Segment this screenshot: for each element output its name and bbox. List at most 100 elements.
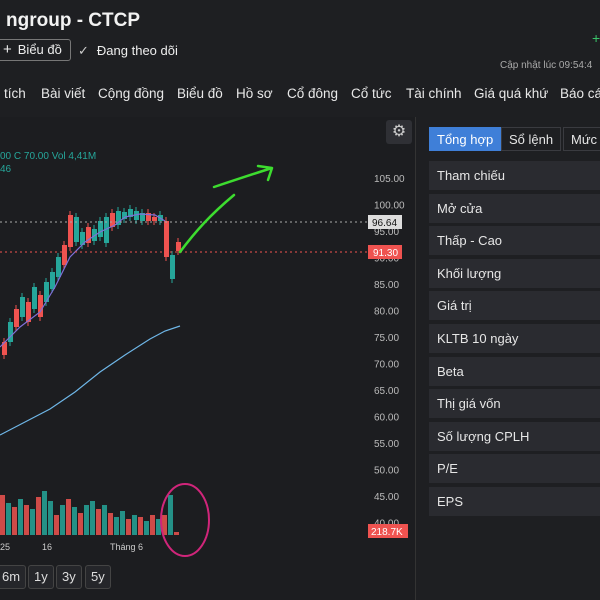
header: ngroup - CTCP + Biểu đồ ✓ Đang theo dõi Cậ… <box>0 0 600 78</box>
volume-bar <box>114 517 119 535</box>
volume-bar <box>150 515 155 535</box>
price-chart[interactable]: 105.00100.0095.0090.0085.0080.0075.0070.… <box>0 117 416 600</box>
volume-bar <box>144 521 149 535</box>
candle-body <box>50 272 55 289</box>
row-pe: P/E <box>429 454 600 483</box>
volume-bar <box>96 509 101 535</box>
nav-item-reports[interactable]: Báo cá <box>560 86 600 101</box>
volume-bar <box>174 532 179 535</box>
volume-bar <box>138 517 143 535</box>
price-axis-tick: 50.00 <box>374 466 399 477</box>
volume-bar <box>120 511 125 535</box>
volume-bar <box>24 505 29 535</box>
last-price-label: 91.30 <box>373 248 398 259</box>
candles <box>2 205 181 359</box>
candle-body <box>152 217 157 221</box>
candle-body <box>74 217 79 242</box>
time-label-16: 16 <box>42 542 52 552</box>
main-nav: tích Bài viết Cộng đồng Biểu đồ Hồ sơ Cổ… <box>0 78 600 110</box>
ma-legend: 46 <box>0 164 12 175</box>
price-axis-tick: 75.00 <box>374 333 399 344</box>
row-open: Mở cửa <box>429 194 600 223</box>
row-reference: Tham chiếu <box>429 161 600 190</box>
candle-body <box>56 257 61 277</box>
price-axis-tick: 105.00 <box>374 174 405 185</box>
gear-icon[interactable]: ⚙ <box>386 120 412 144</box>
chart-area[interactable]: 105.00100.0095.0090.0085.0080.0075.0070.… <box>0 117 416 600</box>
candle-body <box>32 287 37 309</box>
candle-body <box>20 297 25 317</box>
price-axis-tick: 55.00 <box>374 439 399 450</box>
volume-bar <box>168 495 173 535</box>
row-value: Giá trị <box>429 291 600 320</box>
row-avg-volume: KLTB 10 ngày <box>429 324 600 353</box>
candle-body <box>170 255 175 279</box>
updated-time: Cập nhật lúc 09:54:4 <box>500 60 593 71</box>
price-axis-tick: 45.00 <box>374 492 399 503</box>
price-axis-tick: 100.00 <box>374 201 405 212</box>
range-3y[interactable]: 3y <box>56 565 82 589</box>
volume-bar <box>84 505 89 535</box>
volume-bar <box>42 491 47 535</box>
ohlc-legend: 00 C 70.00 Vol 4,41M <box>0 151 97 162</box>
tab-overview[interactable]: Tổng hợp <box>429 127 502 151</box>
row-low-high: Thấp - Cao <box>429 226 600 255</box>
volume-bar <box>60 505 65 535</box>
candle-body <box>38 295 43 317</box>
add-icon[interactable]: + <box>592 30 600 46</box>
nav-item-profile[interactable]: Hồ sơ <box>236 86 273 101</box>
volume-bar <box>6 503 11 535</box>
volume-bar <box>48 501 53 535</box>
volume-bar <box>12 507 17 535</box>
nav-item-posts[interactable]: Bài viết <box>41 86 85 101</box>
check-icon: ✓ <box>78 43 89 58</box>
row-eps: EPS <box>429 487 600 516</box>
time-label-25: 25 <box>0 542 10 552</box>
chart-button[interactable]: + Biểu đồ <box>0 39 71 61</box>
nav-item-history[interactable]: Giá quá khứ <box>474 86 548 101</box>
ref-price-label: 96.64 <box>372 218 397 229</box>
volume-bar <box>72 507 77 535</box>
range-6m[interactable]: 6m <box>0 565 27 589</box>
nav-item-shareholders[interactable]: Cổ đông <box>287 86 338 101</box>
time-label-month6: Tháng 6 <box>110 542 143 552</box>
tab-orderbook[interactable]: Sổ lệnh <box>501 127 562 151</box>
candle-body <box>98 221 103 237</box>
price-axis-tick: 80.00 <box>374 307 399 318</box>
candle-body <box>62 245 67 265</box>
plus-icon: + <box>3 41 12 58</box>
row-shares: Số lượng CPLH <box>429 422 600 451</box>
candle-body <box>68 215 73 247</box>
price-axis-tick: 70.00 <box>374 360 399 371</box>
volume-bar <box>18 499 23 535</box>
nav-item-chart[interactable]: Biểu đồ <box>177 86 223 101</box>
price-axis-tick: 60.00 <box>374 413 399 424</box>
ma-long-line <box>0 325 181 436</box>
nav-item-finance[interactable]: Tài chính <box>406 86 462 101</box>
row-volume: Khối lượng <box>429 259 600 288</box>
tab-levels[interactable]: Mức g <box>563 127 600 151</box>
volume-bar <box>108 513 113 535</box>
page-title: ngroup - CTCP <box>6 10 141 31</box>
volume-label: 218.7K <box>371 527 403 538</box>
volume-bar <box>126 519 131 535</box>
nav-item-community[interactable]: Cộng đồng <box>98 86 164 101</box>
row-beta: Beta <box>429 357 600 386</box>
volume-bar <box>78 513 83 535</box>
nav-item-analysis[interactable]: tích <box>4 86 26 101</box>
volume-bars <box>0 491 179 535</box>
volume-bar <box>54 515 59 535</box>
volume-bar <box>102 505 107 535</box>
follow-button[interactable]: ✓ Đang theo dõi <box>78 43 178 59</box>
row-market-cap: Thị giá vốn <box>429 389 600 418</box>
volume-bar <box>36 497 41 535</box>
chart-button-label: Biểu đồ <box>17 42 62 57</box>
range-5y[interactable]: 5y <box>85 565 111 589</box>
range-1y[interactable]: 1y <box>28 565 54 589</box>
volume-bar <box>132 515 137 535</box>
nav-item-dividends[interactable]: Cổ tức <box>351 86 392 101</box>
volume-bar <box>30 509 35 535</box>
annotation-arrow <box>178 164 274 254</box>
summary-panel: Tổng hợp Sổ lệnh Mức g Tham chiếu Mở cửa… <box>417 117 600 600</box>
price-axis-tick: 85.00 <box>374 280 399 291</box>
